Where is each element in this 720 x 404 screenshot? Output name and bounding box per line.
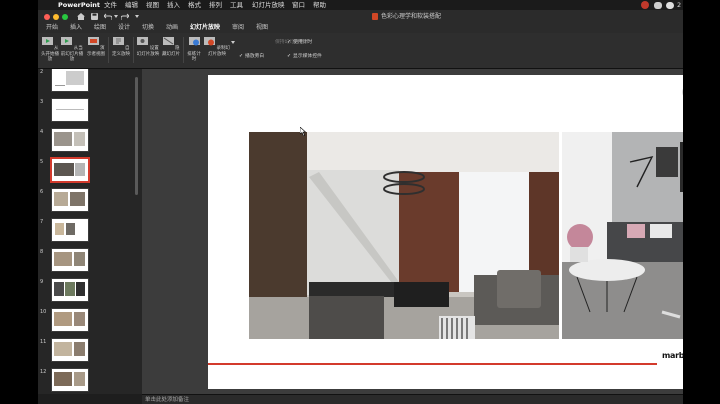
document-icon [372,13,378,20]
ribbon-separator [183,37,184,63]
slide-thumbnail-item[interactable]: 12 [38,368,138,394]
customize-toolbar-icon[interactable] [135,15,139,18]
slide-thumbnail-item[interactable]: 5 [38,157,138,187]
slide-thumbnail-item[interactable]: 9 [38,278,138,307]
tab-review[interactable]: 审阅 [232,23,244,33]
presenter-view-button[interactable]: 演示者视图 [86,36,106,57]
tab-animations[interactable]: 动画 [166,23,178,33]
slide-thumbnail-selected[interactable] [50,157,90,183]
undo-icon[interactable] [104,13,112,20]
menu-item-file[interactable]: 文件 [104,0,117,10]
slide-thumbnail[interactable] [51,278,89,302]
sofa-corner-photo[interactable] [562,132,683,339]
play-from-start-icon [41,37,53,45]
custom-show-button[interactable]: 自定义放映 [111,36,131,57]
show-media-controls-checkbox[interactable]: ✓ 显示媒体控件 [287,52,322,59]
close-window-button[interactable] [44,13,50,20]
tab-home[interactable]: 开始 [46,23,58,33]
ribbon-toolbar: 从头开始播放 从当前幻灯片播放 演示者视图 自定义放映 设置幻灯片放映 隐藏幻灯… [38,33,683,69]
status-red-icon[interactable] [641,1,649,9]
slide-accent-line [208,363,657,365]
notification-badge: 2 [677,1,682,9]
menu-item-format[interactable]: 格式 [188,0,201,10]
slide-thumbnail-item[interactable]: 10 [38,308,138,337]
slide-thumbnail[interactable] [51,308,89,332]
tab-draw[interactable]: 绘图 [94,23,106,33]
menu-item-insert[interactable]: 插入 [167,0,180,10]
hide-slide-button[interactable]: 隐藏幻灯片 [162,36,180,57]
slide-thumbnail[interactable] [51,69,89,92]
slide-thumbnail-item[interactable]: 4 [38,128,138,157]
play-from-current-button[interactable]: 从当前幻灯片播放 [60,36,84,63]
slide-thumbnail-item[interactable]: 2 [38,69,138,97]
slide-thumbnail[interactable] [51,248,89,272]
slide-thumbnail-item[interactable]: 3 [38,98,138,127]
record-slideshow-icon [204,37,216,46]
ribbon-separator [108,37,109,63]
menu-item-tools[interactable]: 工具 [230,0,243,10]
menu-item-window[interactable]: 窗口 [292,0,305,10]
menu-item-arrange[interactable]: 排列 [209,0,222,10]
slide-thumbnail[interactable] [51,368,89,392]
menu-bar: PowerPoint 文件 编辑 视图 插入 格式 排列 工具 幻灯片放映 窗口… [38,0,683,10]
menu-item-view[interactable]: 视图 [146,0,159,10]
window-title: 色彩心理学和软装搭配 [381,13,442,20]
custom-show-icon [112,37,124,45]
slide-thumbnail-item[interactable]: 11 [38,338,138,367]
slide-thumbnail-item[interactable]: 6 [38,188,138,217]
tab-insert[interactable]: 插入 [70,23,82,33]
powerpoint-window: PowerPoint 文件 编辑 视图 插入 格式 排列 工具 幻灯片放映 窗口… [38,0,683,404]
slide-thumbnail[interactable] [51,188,89,212]
play-from-start-button[interactable]: 从头开始播放 [41,36,59,63]
thumbnail-scrollbar[interactable] [135,77,138,195]
setup-slideshow-icon [137,37,149,45]
slide-thumbnail[interactable] [51,218,89,242]
record-dropdown-icon[interactable] [231,41,235,44]
home-icon[interactable] [77,13,85,20]
living-room-photo[interactable] [249,132,559,339]
tab-view[interactable]: 视图 [256,23,268,33]
slide-thumbnail[interactable] [51,338,89,362]
presenter-view-icon [87,37,99,45]
ribbon-separator [133,37,134,63]
slide-thumbnail-item[interactable]: 8 [38,248,138,277]
mouse-cursor-icon [300,127,306,136]
tab-transitions[interactable]: 切换 [142,23,154,33]
menu-item-slideshow[interactable]: 幻灯片放映 [252,0,285,10]
checkmark-icon: ✓ [287,54,292,59]
chat-icon[interactable] [666,1,674,9]
play-from-current-icon [61,37,73,45]
rehearse-timings-button[interactable]: 排练计时 [186,36,202,63]
save-icon[interactable] [91,13,98,20]
zoom-window-button[interactable] [62,13,68,20]
menu-item-help[interactable]: 帮助 [313,0,326,10]
slide-thumbnail[interactable] [51,98,89,122]
redo-icon[interactable] [121,13,129,20]
page-indicator-1[interactable]: 1 [682,86,683,98]
title-bar: 色彩心理学和软装搭配 [38,10,683,23]
checkmark-icon: ✓ [287,40,292,45]
rehearse-timings-icon [188,37,200,46]
app-name[interactable]: PowerPoint [58,0,100,10]
checkmark-icon: ✓ [239,54,244,59]
slide-thumbnail-pane[interactable]: 2 3 4 5 6 7 8 9 10 11 12 [38,69,142,394]
tab-design[interactable]: 设计 [118,23,130,33]
slide-thumbnail-item[interactable]: 7 [38,218,138,247]
minimize-window-button[interactable] [53,13,59,20]
slide-editor-canvas: 1 2 [142,69,683,394]
use-timings-checkbox[interactable]: ✓ 使用计时 [287,38,312,45]
record-slideshow-button[interactable]: 录制幻灯片放映 [204,36,230,57]
notes-placeholder: 单击此处添加备注 [145,397,190,403]
hide-slide-icon [162,37,174,45]
current-slide[interactable]: 1 2 [208,75,683,389]
brand-logo: marburg 德国玛堡 [662,351,683,360]
notes-pane[interactable]: 单击此处添加备注 [142,394,683,404]
slide-thumbnail[interactable] [51,128,89,152]
play-narrations-checkbox[interactable]: ✓ 播放旁白 [239,52,264,59]
menu-item-edit[interactable]: 编辑 [125,0,138,10]
undo-dropdown-icon[interactable] [114,15,118,18]
setup-slideshow-button[interactable]: 设置幻灯片放映 [136,36,160,57]
ribbon-tabs: 开始 插入 绘图 设计 切换 动画 幻灯片放映 审阅 视图 [38,23,683,34]
wechat-icon[interactable] [654,1,662,9]
